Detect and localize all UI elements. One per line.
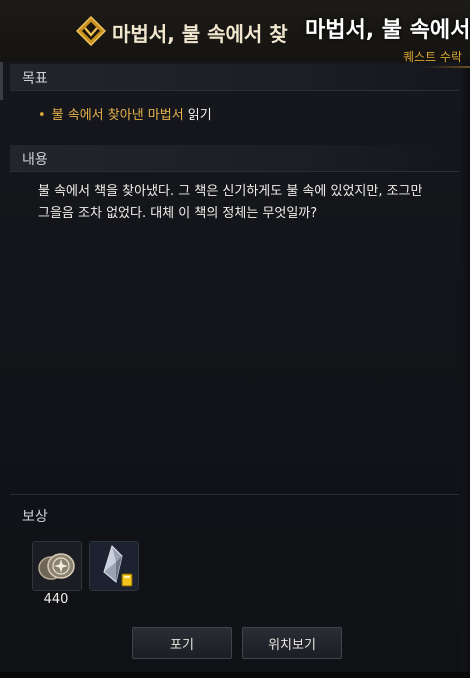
quest-accept-label: 퀘스트 수락 [403, 50, 463, 64]
title-bar: 마법서, 불 속에서 찾 마법서, 불 속에서 [0, 0, 470, 62]
reward-divider [10, 494, 459, 495]
objective-action: 읽기 [183, 108, 212, 123]
reward-item-silver[interactable] [32, 541, 82, 591]
content-heading: 내용 [22, 152, 48, 168]
locate-button[interactable]: 위치보기 [242, 627, 342, 659]
reward-item-crystal[interactable] [89, 541, 139, 591]
objective-target[interactable]: 불 속에서 찾아낸 마법서 [52, 108, 184, 123]
reward-silver-count: 440 [43, 592, 69, 607]
objective-heading: 목표 [22, 71, 48, 87]
abandon-button[interactable]: 포기 [132, 627, 232, 659]
panel-bottom-edge [0, 672, 470, 678]
panel-right-edge [462, 62, 470, 672]
objective-item: • 불 속에서 찾아낸 마법서 읽기 [38, 104, 212, 123]
silver-coins-icon [33, 542, 81, 590]
objective-header: 목표 [10, 64, 459, 91]
reward-header: 보상 [10, 502, 459, 528]
quest-title: 마법서, 불 속에서 찾 [112, 22, 288, 46]
crystal-shard-icon [90, 542, 138, 590]
quest-description: 불 속에서 책을 찾아냈다. 그 책은 신기하게도 불 속에 있었지만, 조그만… [38, 184, 423, 221]
objective-bullet: • [38, 108, 46, 123]
quest-title-overlay: 마법서, 불 속에서 [305, 18, 470, 43]
quest-diamond-icon [76, 16, 106, 46]
reward-heading: 보상 [22, 509, 48, 525]
content-header: 내용 [10, 145, 459, 172]
